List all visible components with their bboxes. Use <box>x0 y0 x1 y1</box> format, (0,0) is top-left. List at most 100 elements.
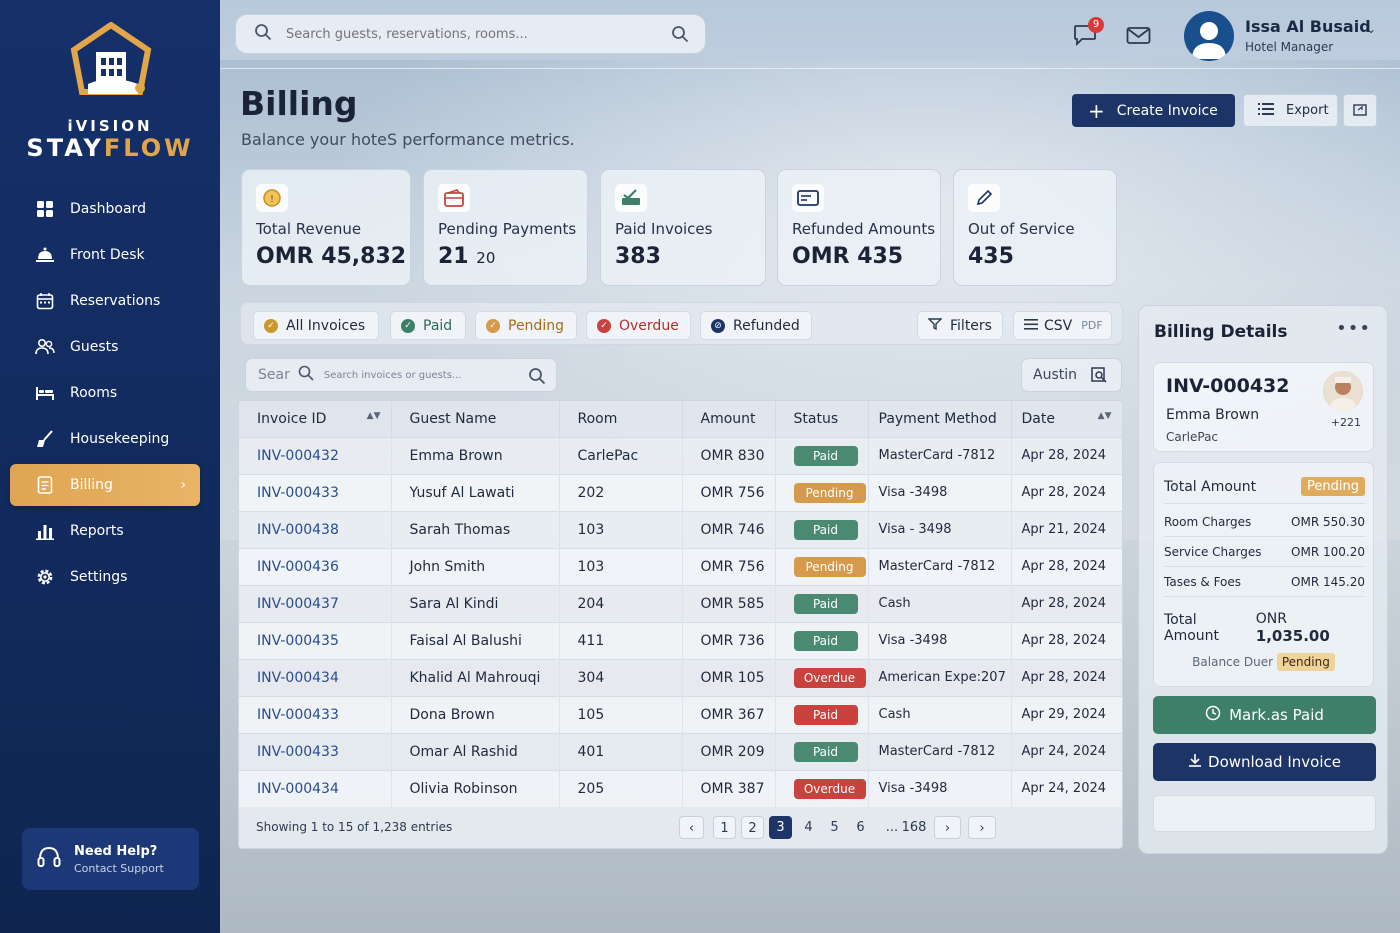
invoice-id-link[interactable]: INV-000435 <box>239 621 392 659</box>
user-name[interactable]: Issa Al Busaid <box>1245 17 1371 36</box>
invoice-summary-card[interactable]: INV-000432 Emma Brown CarlePac +221 <box>1153 362 1374 452</box>
filters-button[interactable]: Filters <box>917 311 1003 340</box>
csv-pdf-button[interactable]: CSV PDF <box>1013 311 1112 340</box>
guest-name-cell: Sarah Thomas <box>391 510 560 548</box>
check-circle-icon: ✓ <box>597 318 611 333</box>
sidebar-item-reservations[interactable]: Reservations <box>10 280 200 322</box>
search-submit-icon[interactable] <box>528 367 546 389</box>
table-row[interactable]: INV-000432 Emma Brown CarlePac OMR 830 Paid M… <box>239 436 1122 474</box>
amount-cell: OMR 367 <box>682 695 776 733</box>
brand-logo[interactable] <box>68 21 154 106</box>
table-search-input[interactable]: Search invoices or guests... <box>324 370 462 381</box>
table-row[interactable]: INV-000433 Omar Al Rashid 401 OMR 209 Paid Ma… <box>239 732 1122 770</box>
sidebar-item-guests[interactable]: Guests <box>10 326 200 368</box>
column-header-amount[interactable]: Amount <box>682 401 776 437</box>
filter-chip-overdue[interactable]: ✓ Overdue <box>586 311 691 340</box>
table-search[interactable]: Sear Search invoices or guests... <box>245 358 557 392</box>
more-options-icon[interactable]: ••• <box>1336 318 1371 339</box>
search-icon <box>254 23 272 45</box>
page-button[interactable]: 168 <box>897 816 931 839</box>
table-row[interactable]: INV-000435 Faisal Al Balushi 411 OMR 736 Pai… <box>239 621 1122 659</box>
column-header-date[interactable]: Date ▲▼ <box>1011 401 1122 437</box>
stat-card-pending-payments[interactable]: Pending Payments 21 20 <box>423 169 588 286</box>
sidebar-item-reports[interactable]: Reports <box>10 510 200 552</box>
share-button[interactable] <box>1343 94 1377 127</box>
page-button[interactable]: 3 <box>769 816 792 839</box>
table-row[interactable]: INV-000434 Olivia Robinson 205 OMR 387 Overd… <box>239 769 1122 807</box>
chevron-last-icon[interactable]: › <box>968 816 996 839</box>
column-header-status[interactable]: Status <box>775 401 869 437</box>
invoice-id-link[interactable]: INV-000432 <box>239 436 392 474</box>
table-row[interactable]: INV-000433 Dona Brown 105 OMR 367 Paid Cash Ap… <box>239 695 1122 733</box>
table-row[interactable]: INV-000437 Sara Al Kindi 204 OMR 585 Paid Cas… <box>239 584 1122 622</box>
invoice-id-link[interactable]: INV-000438 <box>239 510 392 548</box>
mail-icon[interactable] <box>1126 26 1152 50</box>
card-icon <box>792 184 824 212</box>
pdf-label[interactable]: PDF <box>1081 319 1102 332</box>
room-cell: 103 <box>559 547 683 585</box>
sidebar-item-housekeeping[interactable]: Housekeeping <box>10 418 200 460</box>
table-row[interactable]: INV-000436 John Smith 103 OMR 756 Pending Mas… <box>239 547 1122 585</box>
sidebar-item-front-desk[interactable]: Front Desk <box>10 234 200 276</box>
notes-field[interactable] <box>1153 795 1376 832</box>
stat-card-paid-invoices[interactable]: Paid Invoices 383 <box>600 169 766 286</box>
payment-method-cell: Cash <box>868 584 1012 622</box>
stat-card-total-revenue[interactable]: ! Total Revenue OMR 45,832 <box>241 169 411 286</box>
page-title: Billing <box>240 84 358 123</box>
status-cell: Pending <box>775 547 869 585</box>
sort-icon[interactable]: ▲▼ <box>1098 411 1112 421</box>
invoice-id-link[interactable]: INV-000433 <box>239 473 392 511</box>
sidebar-item-billing[interactable]: Billing › <box>10 464 200 506</box>
sidebar-item-rooms[interactable]: Rooms <box>10 372 200 414</box>
page-button[interactable]: 1 <box>713 816 736 839</box>
charge-value: OMR 100.20 <box>1291 545 1365 559</box>
chevron-down-icon[interactable]: ⌄ <box>1366 22 1376 36</box>
payment-method-cell: American Expe:207 <box>868 658 1012 696</box>
table-row[interactable]: INV-000438 Sarah Thomas 103 OMR 746 Paid Visa… <box>239 510 1122 548</box>
column-header-guest-name[interactable]: Guest Name <box>391 401 560 437</box>
global-search-input[interactable] <box>286 26 656 42</box>
table-row[interactable]: INV-000434 Khalid Al Mahrouqi 304 OMR 105 Ov… <box>239 658 1122 696</box>
invoice-id-link[interactable]: INV-000433 <box>239 695 392 733</box>
filter-chip-pending[interactable]: ✓ Pending <box>475 311 577 340</box>
column-header-invoice-id[interactable]: Invoice ID ▲▼ <box>239 401 392 437</box>
sidebar-item-dashboard[interactable]: Dashboard <box>10 188 200 230</box>
invoice-id-link[interactable]: INV-000433 <box>239 732 392 770</box>
download-invoice-button[interactable]: Download Invoice <box>1153 743 1376 781</box>
column-header-label: Guest Name <box>409 410 497 427</box>
column-header-room[interactable]: Room <box>559 401 683 437</box>
help-box[interactable]: Need Help? Contact Support <box>22 828 199 890</box>
search-submit-icon[interactable] <box>671 25 689 47</box>
page-button[interactable]: 6 <box>849 816 872 839</box>
invoice-id-link[interactable]: INV-000436 <box>239 547 392 585</box>
location-filter[interactable]: Austin <box>1021 358 1122 392</box>
export-button[interactable]: Export <box>1243 94 1338 127</box>
table-row[interactable]: INV-000433 Yusuf Al Lawati 202 OMR 756 Pendi… <box>239 473 1122 511</box>
filter-chip-all-invoices[interactable]: ✓ All Invoices <box>253 311 379 340</box>
help-link[interactable]: Contact Support <box>74 862 164 875</box>
sidebar-item-label: Guests <box>70 339 119 355</box>
invoice-id-link[interactable]: INV-000434 <box>239 769 392 807</box>
avatar[interactable] <box>1184 11 1234 61</box>
page-button[interactable]: 4 <box>797 816 820 839</box>
sort-icon[interactable]: ▲▼ <box>367 411 381 421</box>
chevron-right-icon[interactable]: › <box>934 816 961 839</box>
invoice-id-link[interactable]: INV-000434 <box>239 658 392 696</box>
column-header-payment-method[interactable]: Payment Method <box>868 401 1012 437</box>
chevron-left-icon[interactable]: ‹ <box>679 816 704 839</box>
stat-card-refunded-amounts[interactable]: Refunded Amounts OMR 435 <box>777 169 941 286</box>
page-button[interactable]: 5 <box>823 816 846 839</box>
create-invoice-button[interactable]: + Create Invoice <box>1072 94 1235 127</box>
date-cell: Apr 28, 2024 <box>1011 547 1122 585</box>
guest-name-cell: Sara Al Kindi <box>391 584 560 622</box>
sidebar-item-settings[interactable]: Settings <box>10 556 200 598</box>
amount-cell: OMR 746 <box>682 510 776 548</box>
global-search[interactable] <box>235 14 706 54</box>
filter-chip-paid[interactable]: ✓ Paid <box>390 311 466 340</box>
filter-chip-refunded[interactable]: ⊘ Refunded <box>700 311 812 340</box>
invoice-id-link[interactable]: INV-000437 <box>239 584 392 622</box>
money-check-icon <box>615 184 647 212</box>
stat-card-out-of-service[interactable]: Out of Service 435 <box>953 169 1117 286</box>
page-button[interactable]: 2 <box>741 816 764 839</box>
mark-as-paid-button[interactable]: Mark.as Paid <box>1153 696 1376 734</box>
